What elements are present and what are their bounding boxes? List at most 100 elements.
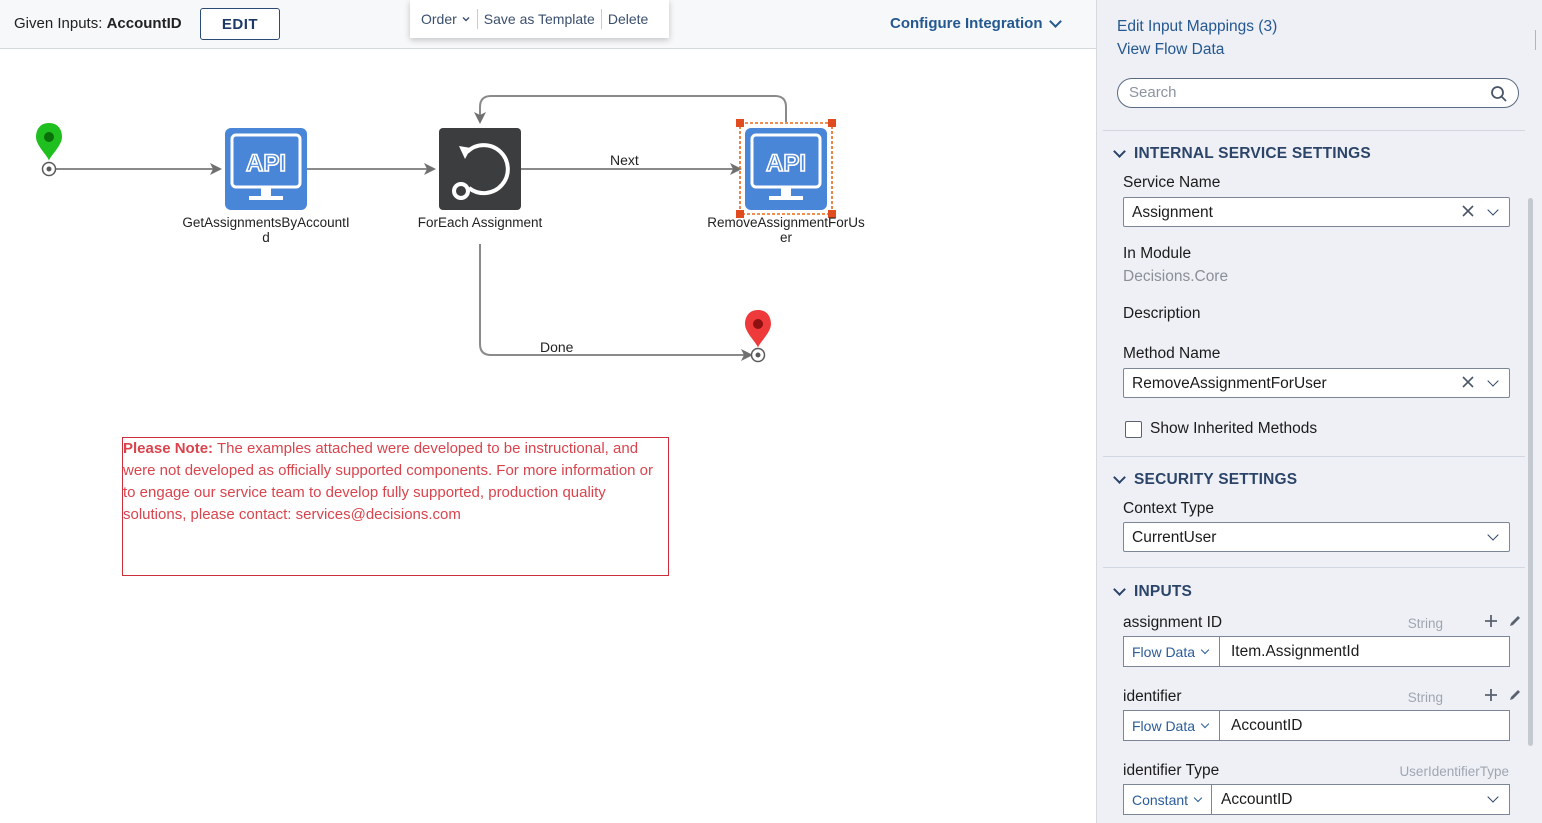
chevron-down-icon: [1200, 719, 1210, 728]
toolbar-divider: [600, 9, 602, 29]
inputs-header[interactable]: INPUTS: [1111, 583, 1192, 601]
remove-assignment-step[interactable]: API: [745, 128, 827, 210]
chevron-down-icon: [1048, 15, 1062, 28]
given-inputs-label: Given Inputs:: [14, 15, 103, 32]
view-flow-data-link[interactable]: View Flow Data: [1117, 41, 1224, 59]
service-name-label: Service Name: [1123, 174, 1221, 191]
properties-panel: Edit Input Mappings (3) View Flow Data I…: [1096, 0, 1542, 823]
mapping-value: AccountID: [1231, 717, 1303, 734]
properties-search-input[interactable]: [1129, 84, 1479, 101]
security-settings-header[interactable]: SECURITY SETTINGS: [1111, 471, 1297, 489]
method-name-value: RemoveAssignmentForUser: [1132, 375, 1327, 392]
pencil-icon[interactable]: [1508, 614, 1522, 628]
show-inherited-methods-checkbox[interactable]: Show Inherited Methods: [1125, 420, 1317, 438]
api-badge-text: API: [766, 150, 806, 177]
search-icon[interactable]: [1490, 85, 1508, 103]
chevron-down-icon: [1487, 529, 1499, 541]
loop-icon: [452, 143, 510, 200]
api-monitor-icon: API: [230, 133, 302, 200]
input-name: identifier: [1123, 688, 1182, 705]
chevron-down-icon: [1113, 583, 1126, 596]
pencil-icon[interactable]: [1508, 688, 1522, 702]
get-assignments-label: GetAssignmentsByAccountId: [182, 215, 350, 245]
connector-loop-back[interactable]: [474, 95, 787, 124]
flow-designer-canvas[interactable]: API GetAssignmentsByAccountId ForEach As…: [0, 49, 1096, 823]
configure-integration-label: Configure Integration: [890, 15, 1043, 32]
section-title: INPUTS: [1134, 583, 1193, 600]
mapping-source-label: Flow Data: [1132, 717, 1196, 734]
given-inputs: Given Inputs: AccountID: [14, 15, 182, 32]
checkbox[interactable]: [1125, 420, 1142, 438]
get-assignments-step[interactable]: API: [225, 128, 307, 210]
note-bold-prefix: Please Note:: [123, 440, 214, 457]
mapping-source-dropdown[interactable]: Flow Data: [1124, 637, 1220, 666]
mapping-source-dropdown[interactable]: Flow Data: [1124, 711, 1220, 740]
show-inherited-label: Show Inherited Methods: [1150, 420, 1318, 437]
context-type-label: Context Type: [1123, 500, 1215, 517]
mapping-source-dropdown[interactable]: Constant: [1124, 785, 1212, 814]
input-tools: [1484, 688, 1522, 702]
input-type: UserIdentifierType: [1399, 764, 1509, 779]
input-mapping-field[interactable]: Flow Data Item.AssignmentId: [1123, 636, 1510, 667]
section-divider: [1103, 456, 1525, 457]
add-icon[interactable]: [1484, 614, 1498, 628]
service-name-select[interactable]: Assignment: [1123, 197, 1510, 227]
properties-search-box: [1117, 78, 1519, 108]
input-mapping-field[interactable]: Flow Data AccountID: [1123, 710, 1510, 741]
edit-input-mappings-link[interactable]: Edit Input Mappings (3): [1117, 18, 1277, 36]
mapping-source-label: Flow Data: [1132, 643, 1196, 660]
start-pin-icon[interactable]: [36, 123, 62, 177]
order-label: Order: [421, 11, 457, 27]
toolbar-divider: [476, 9, 478, 29]
connector-done[interactable]: [479, 244, 753, 361]
input-type: String: [1407, 690, 1443, 705]
internal-service-settings-header[interactable]: INTERNAL SERVICE SETTINGS: [1111, 145, 1371, 163]
done-edge-label: Done: [540, 339, 574, 355]
method-name-select[interactable]: RemoveAssignmentForUser: [1123, 368, 1510, 398]
chevron-down-icon: [1193, 793, 1203, 802]
chevron-down-icon: [1487, 375, 1499, 387]
section-divider: [1103, 567, 1525, 568]
input-type: String: [1407, 616, 1443, 631]
panel-scrollbar[interactable]: [1528, 198, 1533, 746]
context-type-value: CurrentUser: [1132, 529, 1217, 546]
remove-assignment-label: RemoveAssignmentForUser: [707, 215, 865, 245]
description-label: Description: [1123, 305, 1201, 322]
clear-icon[interactable]: [1461, 204, 1475, 218]
input-name: assignment ID: [1123, 614, 1223, 631]
input-mapping-field[interactable]: Constant AccountID: [1123, 784, 1510, 815]
service-name-value: Assignment: [1132, 204, 1213, 221]
add-icon[interactable]: [1484, 688, 1498, 702]
chevron-down-icon: [1113, 145, 1126, 158]
panel-edge-marker: [1535, 30, 1536, 50]
chevron-down-icon: [1487, 791, 1499, 803]
api-badge-text: API: [246, 150, 286, 177]
context-type-select[interactable]: CurrentUser: [1123, 522, 1510, 552]
foreach-step[interactable]: [439, 128, 521, 210]
api-monitor-icon: API: [750, 133, 822, 200]
chevron-down-icon: [462, 17, 470, 22]
foreach-label: ForEach Assignment: [417, 215, 543, 230]
method-name-label: Method Name: [1123, 345, 1221, 362]
given-inputs-value: AccountID: [106, 15, 182, 32]
chevron-down-icon: [1487, 204, 1499, 216]
order-menu-button[interactable]: Order: [421, 11, 471, 27]
edit-inputs-button[interactable]: EDIT: [200, 8, 280, 40]
mapping-source-label: Constant: [1132, 791, 1189, 808]
section-divider: [1103, 130, 1525, 131]
input-name: identifier Type: [1123, 762, 1220, 779]
chevron-down-icon: [1200, 645, 1210, 654]
end-pin-icon[interactable]: [745, 310, 771, 363]
step-context-toolbar: Order Save as Template Delete: [410, 0, 669, 38]
section-title: INTERNAL SERVICE SETTINGS: [1134, 145, 1371, 162]
please-note-annotation[interactable]: Please Note: The examples attached were …: [122, 437, 669, 576]
configure-integration-dropdown[interactable]: Configure Integration: [890, 15, 1062, 32]
flow-connectors: [36, 95, 836, 363]
next-edge-label: Next: [610, 152, 639, 168]
delete-step-button[interactable]: Delete: [608, 11, 648, 27]
input-tools: [1484, 614, 1522, 628]
clear-icon[interactable]: [1461, 375, 1475, 389]
in-module-value: Decisions.Core: [1123, 268, 1229, 285]
save-as-template-button[interactable]: Save as Template: [484, 11, 595, 27]
mapping-value: Item.AssignmentId: [1231, 643, 1360, 660]
